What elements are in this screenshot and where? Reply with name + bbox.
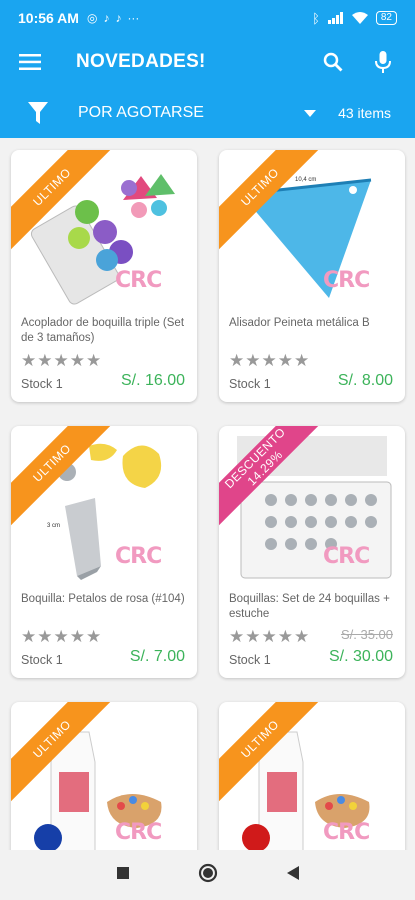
filter-bar: POR AGOTARSE 43 items bbox=[0, 88, 415, 138]
system-nav-bar bbox=[0, 850, 415, 900]
back-button[interactable] bbox=[286, 865, 300, 886]
rating-stars: ★★★★★ bbox=[229, 627, 311, 646]
signal-icon bbox=[327, 12, 343, 24]
home-button[interactable] bbox=[198, 863, 218, 888]
product-name: Boquilla: Petalos de rosa (#104) bbox=[21, 593, 185, 605]
tip-size-label: 3 cm bbox=[47, 523, 61, 529]
item-count: 43 items bbox=[338, 105, 391, 121]
more-notifications-icon: ··· bbox=[127, 11, 140, 25]
brand-logo: CRC bbox=[323, 820, 370, 845]
product-card[interactable]: CRC ULTIMO bbox=[219, 702, 405, 850]
original-price: S/. 35.00 bbox=[340, 627, 393, 642]
product-image: CRC ULTIMO bbox=[11, 702, 197, 850]
square-icon bbox=[116, 866, 129, 879]
dropdown-arrow-icon bbox=[304, 109, 317, 117]
microphone-icon bbox=[375, 51, 391, 73]
product-card[interactable]: CRC ULTIMO bbox=[11, 702, 197, 850]
app-bar: NOVEDADES! bbox=[0, 36, 415, 88]
stock-label: Stock 1 bbox=[229, 653, 271, 667]
product-grid[interactable]: CRC ULTIMO Acoplador de boquilla triple … bbox=[0, 138, 415, 850]
brand-logo: CRC bbox=[115, 820, 162, 845]
product-card[interactable]: 10,4 cm CRC ULTIMO Alisador Peineta metá… bbox=[219, 150, 405, 402]
instagram-icon: ◎ bbox=[86, 11, 98, 25]
search-button[interactable] bbox=[315, 44, 351, 80]
status-bar: 10:56 AM ◎ ♪ ♪ ··· ᛒ 82 bbox=[0, 0, 415, 36]
bluetooth-icon: ᛒ bbox=[312, 10, 320, 26]
product-image: 10,4 cm CRC ULTIMO bbox=[219, 150, 405, 310]
product-name: Alisador Peineta metálica B bbox=[229, 317, 370, 329]
menu-button[interactable] bbox=[0, 36, 60, 88]
brand-logo: CRC bbox=[323, 268, 370, 293]
price-label: S/. 8.00 bbox=[337, 372, 393, 389]
voice-search-button[interactable] bbox=[365, 44, 401, 80]
circle-icon bbox=[198, 863, 217, 882]
product-name: Acoplador de boquilla triple (Set de 3 t… bbox=[21, 317, 185, 344]
system-icons: ᛒ 82 bbox=[312, 11, 397, 26]
wifi-icon bbox=[351, 12, 368, 24]
battery-icon: 82 bbox=[375, 11, 397, 25]
filter-icon bbox=[28, 102, 48, 124]
ruler-label: 10,4 cm bbox=[295, 177, 317, 183]
notification-icons: ◎ ♪ ♪ ··· bbox=[87, 11, 139, 25]
hamburger-icon bbox=[19, 54, 41, 70]
recents-button[interactable] bbox=[116, 866, 130, 885]
product-card[interactable]: CRC ULTIMO Acoplador de boquilla triple … bbox=[11, 150, 197, 402]
brand-logo: CRC bbox=[115, 268, 162, 293]
product-card[interactable]: 3 cm CRC ULTIMO Boquilla: Petalos de ros… bbox=[11, 426, 197, 678]
price-label: S/. 16.00 bbox=[120, 372, 185, 389]
search-icon bbox=[323, 52, 343, 72]
product-image: CRC DESCUENTO 14.29% bbox=[219, 426, 405, 586]
filter-button[interactable] bbox=[0, 102, 76, 124]
product-name: Boquillas: Set de 24 boquillas + estuche bbox=[229, 593, 390, 620]
stock-label: Stock 1 bbox=[21, 377, 63, 391]
rating-stars: ★★★★★ bbox=[229, 351, 311, 370]
product-card[interactable]: CRC DESCUENTO 14.29% Boquillas: Set de 2… bbox=[219, 426, 405, 678]
price-label: S/. 30.00 bbox=[328, 648, 393, 665]
tiktok-icon: ♪ bbox=[103, 11, 110, 25]
product-image: 3 cm CRC ULTIMO bbox=[11, 426, 197, 586]
page-title: NOVEDADES! bbox=[76, 51, 206, 72]
stock-label: Stock 1 bbox=[229, 377, 271, 391]
sort-dropdown-button[interactable] bbox=[298, 109, 322, 117]
product-image: CRC ULTIMO bbox=[11, 150, 197, 310]
rating-stars: ★★★★★ bbox=[21, 351, 103, 370]
brand-logo: CRC bbox=[115, 544, 162, 569]
back-triangle-icon bbox=[286, 865, 299, 880]
status-time: 10:56 AM bbox=[18, 10, 79, 26]
tiktok-icon: ♪ bbox=[115, 11, 122, 25]
rating-stars: ★★★★★ bbox=[21, 627, 103, 646]
stock-label: Stock 1 bbox=[21, 653, 63, 667]
brand-logo: CRC bbox=[323, 544, 370, 569]
product-image: CRC ULTIMO bbox=[219, 702, 405, 850]
sort-selector[interactable]: POR AGOTARSE bbox=[78, 104, 298, 122]
price-label: S/. 7.00 bbox=[129, 648, 185, 665]
